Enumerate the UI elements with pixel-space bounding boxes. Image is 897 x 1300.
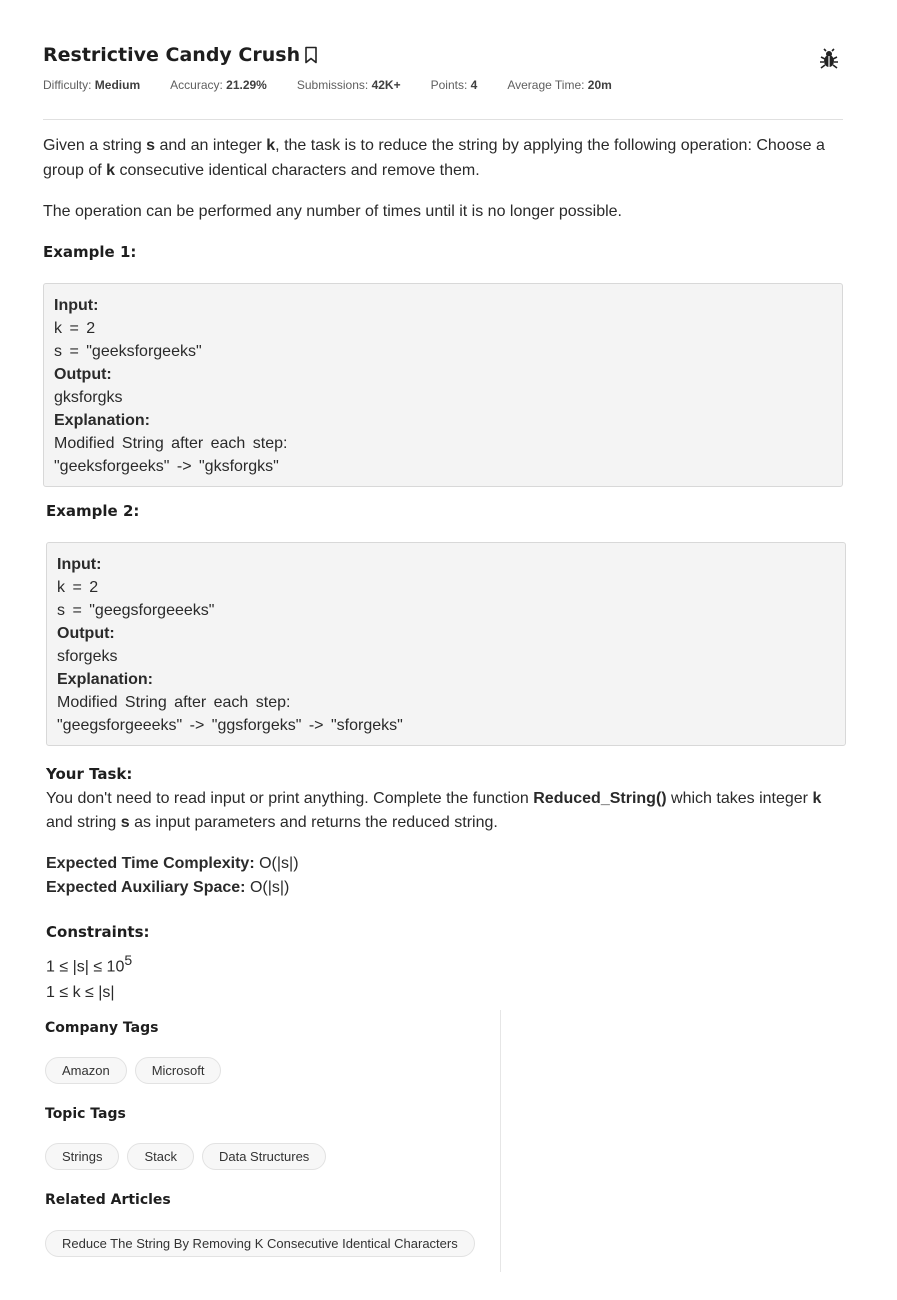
example-1-explanation: Modified String after each step: [54,435,288,452]
description-paragraph-1: Given a string s and an integer k, the t… [43,137,825,179]
example-1-output-label: Output: [54,366,112,383]
your-task-text: You don't need to read input or print an… [46,790,822,831]
expected-auxiliary-space: Expected Auxiliary Space: O(|s|) [46,879,290,896]
example-2-heading: Example 2: [46,502,140,520]
company-tags-list: Amazon Microsoft [45,1057,229,1084]
example-1-steps: "geeksforgeeks" -> "gksforgks" [54,458,279,475]
example-2-input-label: Input: [57,556,102,573]
constraint-2: 1 ≤ k ≤ |s| [46,984,115,1001]
stat-submissions: Submissions: 42K+ [296,78,401,92]
problem-title: Restrictive Candy Crush [43,44,301,66]
topic-tag-data-structures[interactable]: Data Structures [201,1143,327,1170]
example-2-explanation: Modified String after each step: [57,694,291,711]
example-2-input-s: s = "geegsforgeeeks" [57,602,215,619]
constraint-1: 1 ≤ |s| ≤ 105 [46,952,133,976]
example-1-explanation-label: Explanation: [54,412,151,429]
example-1-output: gksforgks [54,389,123,406]
stat-difficulty: Difficulty: Medium [43,78,141,92]
example-2-block: Input: k = 2 s = "geegsforgeeeks" Output… [46,542,846,746]
tags-column-divider [500,1010,501,1272]
header-divider [43,119,843,120]
company-tags-heading: Company Tags [45,1020,159,1036]
topic-tag-stack[interactable]: Stack [127,1143,194,1170]
example-1-heading: Example 1: [43,243,137,261]
topic-tags-list: Strings Stack Data Structures [45,1143,334,1170]
stat-accuracy: Accuracy: 21.29% [170,78,267,92]
problem-stats: Difficulty: Medium Accuracy: 21.29% Subm… [43,78,843,92]
topic-tags-heading: Topic Tags [45,1106,126,1122]
related-article-link[interactable]: Reduce The String By Removing K Consecut… [45,1230,475,1257]
example-2-steps: "geegsforgeeeks" -> "ggsforgeks" -> "sfo… [57,717,403,734]
company-tag-amazon[interactable]: Amazon [45,1057,127,1084]
example-1-input-k: k = 2 [54,320,96,337]
related-articles-heading: Related Articles [45,1192,171,1208]
example-2-output-label: Output: [57,625,115,642]
example-1-input-s: s = "geeksforgeeks" [54,343,202,360]
example-1-input-label: Input: [54,297,99,314]
bug-icon[interactable] [818,48,840,70]
example-1-block: Input: k = 2 s = "geeksforgeeks" Output:… [43,283,843,487]
company-tag-microsoft[interactable]: Microsoft [134,1057,222,1084]
topic-tag-strings[interactable]: Strings [45,1143,120,1170]
example-2-explanation-label: Explanation: [57,671,154,688]
stat-points: Points: 4 [430,78,478,92]
description-paragraph-2: The operation can be performed any numbe… [43,203,622,220]
example-2-output: sforgeks [57,648,118,665]
your-task-heading: Your Task: [46,765,133,783]
example-2-input-k: k = 2 [57,579,99,596]
problem-header: Restrictive Candy Crush Difficulty: Medi… [43,44,843,92]
stat-average-time: Average Time: 20m [507,78,612,92]
bookmark-icon[interactable] [304,46,318,64]
related-articles-list: Reduce The String By Removing K Consecut… [45,1230,483,1257]
expected-time-complexity: Expected Time Complexity: O(|s|) [46,855,299,872]
constraints-heading: Constraints: [46,923,150,941]
